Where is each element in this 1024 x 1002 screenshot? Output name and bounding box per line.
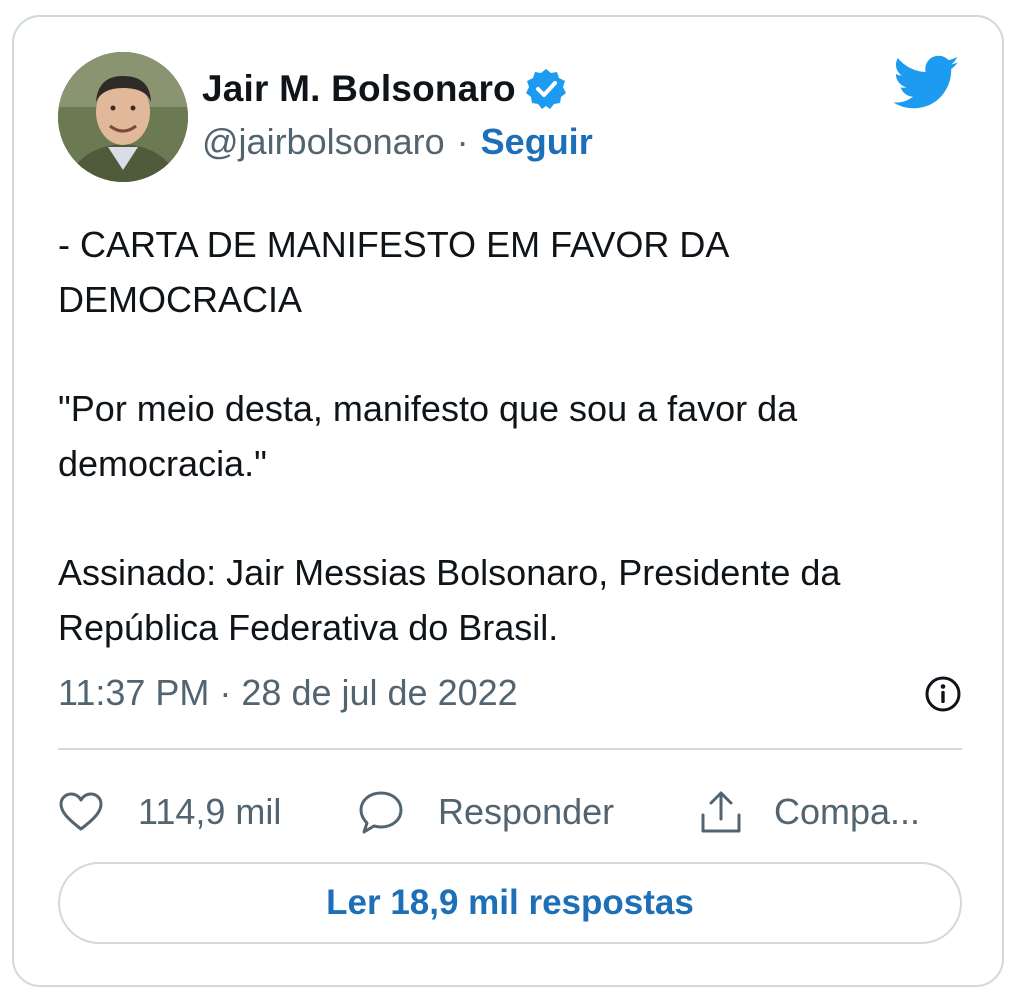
divider xyxy=(58,748,962,750)
tweet-paragraph: Assinado: Jair Messias Bolsonaro, Presid… xyxy=(58,552,841,648)
follow-button[interactable]: Seguir xyxy=(481,121,593,163)
verified-badge-icon xyxy=(524,67,568,111)
avatar[interactable] xyxy=(58,52,188,182)
read-replies-label: Ler 18,9 mil respostas xyxy=(326,883,694,922)
tweet-paragraph: "Por meio desta, manifesto que sou a fav… xyxy=(58,388,798,484)
like-button[interactable]: 114,9 mil xyxy=(58,791,358,833)
share-label: Compa... xyxy=(774,791,921,832)
reply-button[interactable]: Responder xyxy=(358,789,698,835)
action-bar: 114,9 mil Responder Compa... xyxy=(58,777,962,847)
share-upload-icon xyxy=(701,791,741,833)
heart-icon xyxy=(59,792,103,831)
tweet-text: - CARTA DE MANIFESTO EM FAVOR DA DEMOCRA… xyxy=(58,217,978,655)
reply-label: Responder xyxy=(438,791,615,832)
speech-bubble-icon xyxy=(359,791,403,834)
separator-dot: · xyxy=(456,121,469,162)
info-icon[interactable] xyxy=(924,675,962,713)
share-button[interactable]: Compa... xyxy=(698,789,962,835)
tweet-card: Jair M. Bolsonaro @jairbolsonaro · Segui… xyxy=(12,15,1004,987)
timestamp[interactable]: 11:37 PM · 28 de jul de 2022 xyxy=(58,672,518,714)
author-name[interactable]: Jair M. Bolsonaro xyxy=(202,68,516,110)
read-replies-button[interactable]: Ler 18,9 mil respostas xyxy=(58,862,962,944)
tweet-meta-row: 11:37 PM · 28 de jul de 2022 xyxy=(58,665,961,721)
author-name-row: Jair M. Bolsonaro xyxy=(202,67,568,111)
twitter-bird-icon[interactable] xyxy=(893,55,960,111)
like-count: 114,9 mil xyxy=(138,791,282,832)
handle-row: @jairbolsonaro · Seguir xyxy=(202,121,593,163)
tweet-paragraph: - CARTA DE MANIFESTO EM FAVOR DA DEMOCRA… xyxy=(58,224,728,320)
author-handle[interactable]: @jairbolsonaro xyxy=(202,121,445,163)
